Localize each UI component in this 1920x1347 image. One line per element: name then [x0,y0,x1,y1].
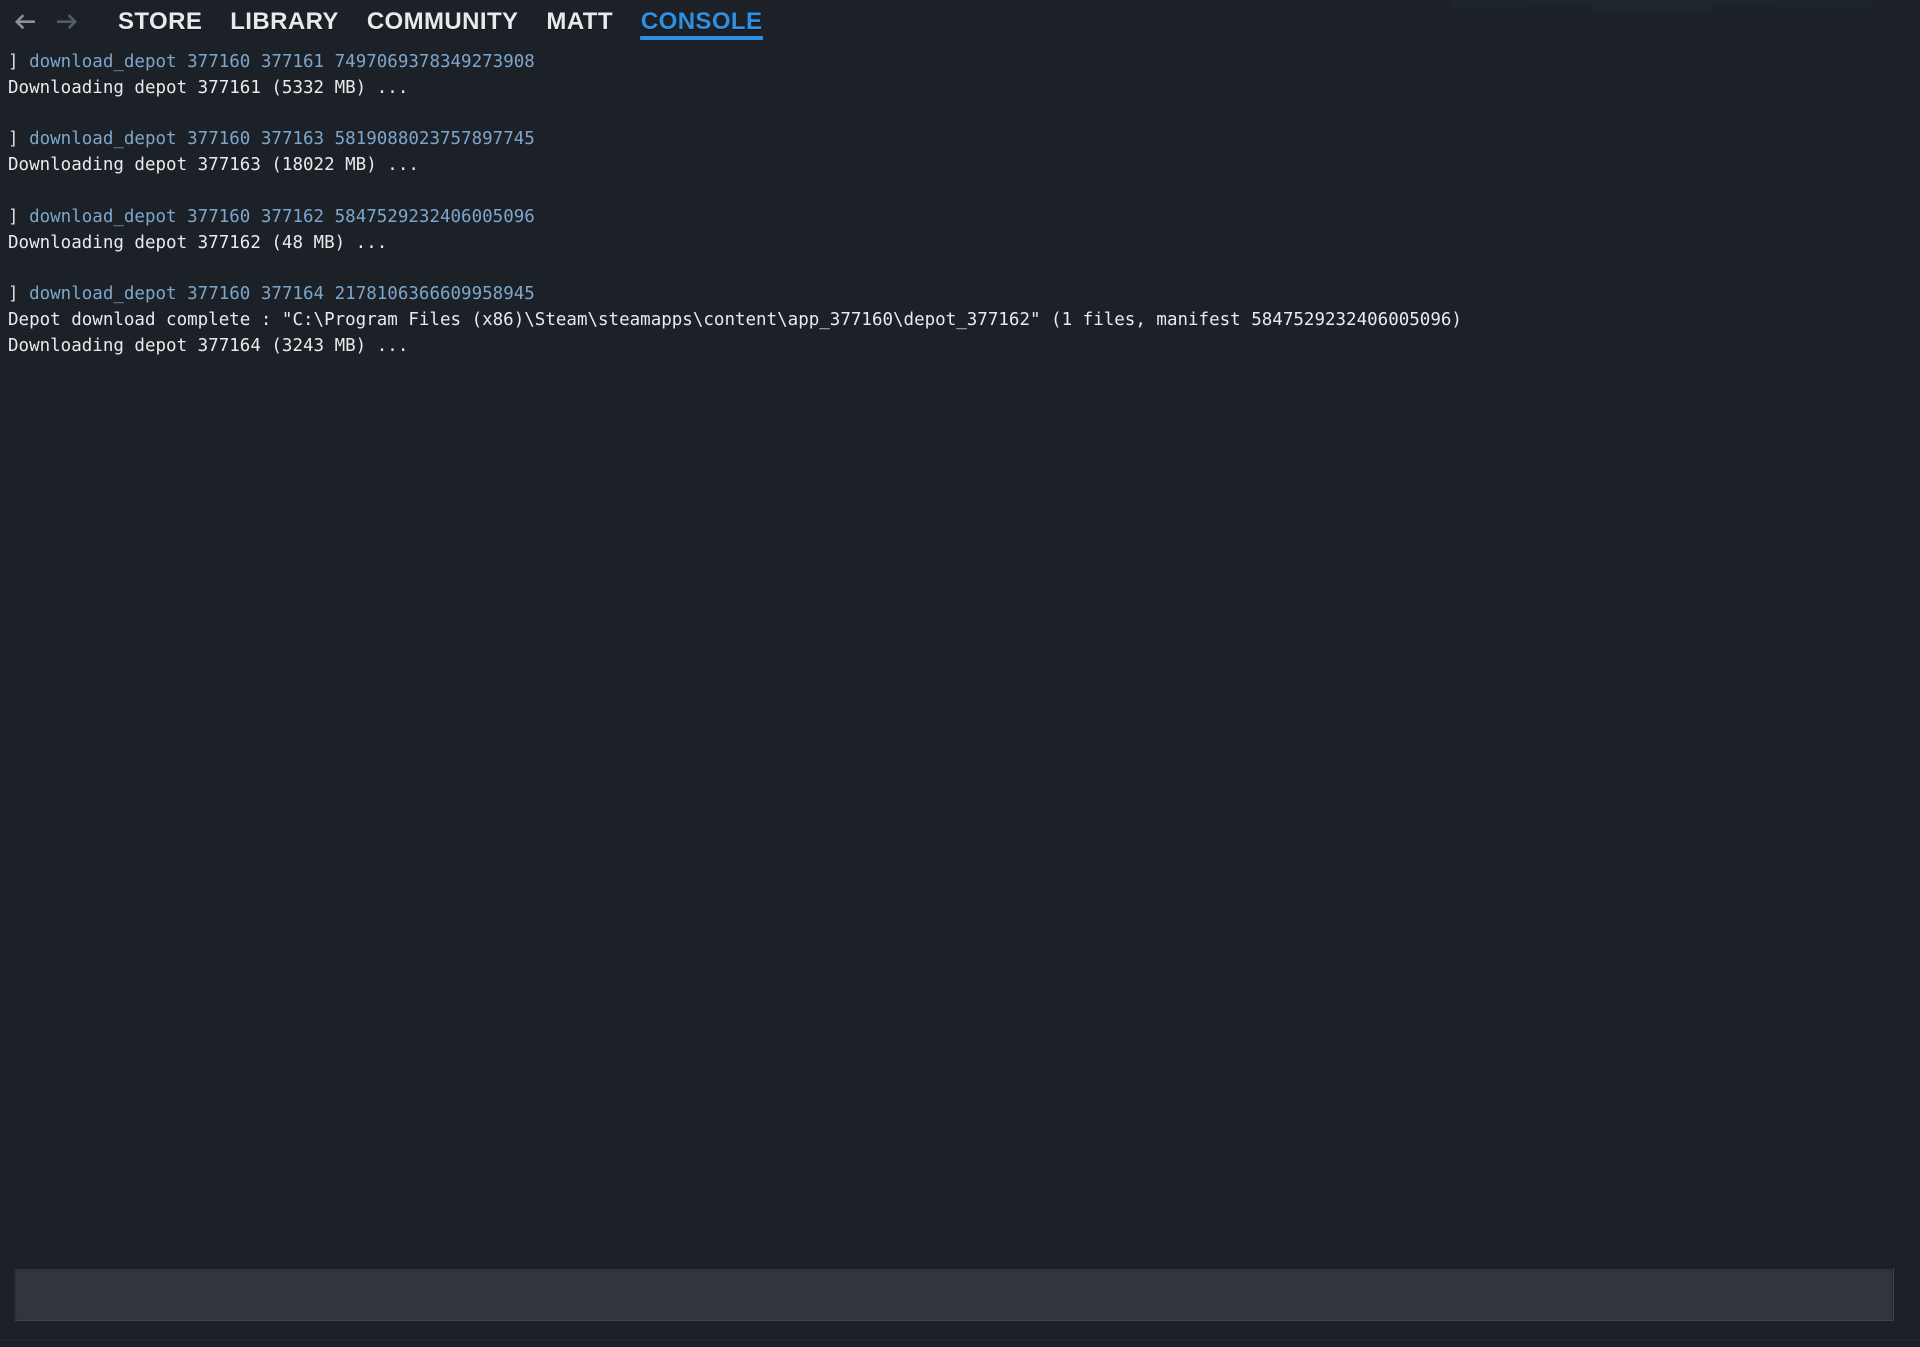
bottom-divider [0,1340,1920,1347]
console-command-line: ] download_depot 377160 377161 749706937… [8,50,1912,76]
console-output-text: Downloading depot 377161 (5332 MB) ... [8,77,409,98]
active-tab-underline [639,36,764,40]
console-output-text: Downloading depot 377163 (18022 MB) ... [8,155,419,176]
back-arrow-icon[interactable] [10,7,40,37]
window-controls-strip [1452,0,1872,11]
forward-arrow-icon[interactable] [52,7,82,37]
console-output-text: Depot download complete : "C:\Program Fi… [8,309,1462,330]
console-command-line: ] download_depot 377160 377164 217810636… [8,282,1912,308]
console-command-text: download_depot 377160 377164 21781063666… [29,284,535,305]
console-prompt-marker: ] [8,284,30,305]
console-prompt-marker: ] [8,129,30,150]
nav-tab-library[interactable]: LIBRARY [216,0,353,44]
console-output-text: Downloading depot 377162 (48 MB) ... [8,232,388,253]
nav-tab-matt-label: MATT [546,8,613,35]
console-command-text: download_depot 377160 377162 58475292324… [29,206,535,227]
nav-tab-store-label: STORE [118,8,203,35]
console-command-text: download_depot 377160 377163 58190880237… [29,129,535,150]
console-output-line: Downloading depot 377161 (5332 MB) ... [8,76,1912,102]
console-output-line: Downloading depot 377164 (3243 MB) ... [8,334,1912,360]
nav-tab-community[interactable]: COMMUNITY [353,0,533,44]
console-prompt-marker: ] [8,52,30,72]
top-navigation-bar: STORE LIBRARY COMMUNITY MATT CONSOLE [0,0,1920,44]
console-output-line: Downloading depot 377163 (18022 MB) ... [8,153,1912,179]
console-command-text: download_depot 377160 377161 74970693783… [29,52,535,72]
console-output-line: Depot download complete : "C:\Program Fi… [8,308,1912,334]
console-command-input[interactable] [14,1267,1894,1321]
nav-tab-console[interactable]: CONSOLE [627,0,776,44]
nav-arrow-group [10,7,82,37]
nav-tab-store[interactable]: STORE [104,0,216,44]
console-input-bar [0,1242,1920,1347]
nav-tabs: STORE LIBRARY COMMUNITY MATT CONSOLE [104,0,776,44]
console-output-panel[interactable]: ] download_depot 377160 377161 749706937… [0,44,1920,1242]
console-output-text: Downloading depot 377164 (3243 MB) ... [8,335,409,356]
console-output-line: Downloading depot 377162 (48 MB) ... [8,231,1912,257]
nav-tab-community-label: COMMUNITY [366,8,519,35]
console-log: ] download_depot 377160 377161 749706937… [0,44,1920,360]
nav-tab-console-label: CONSOLE [640,8,763,35]
console-prompt-marker: ] [8,206,30,227]
nav-tab-library-label: LIBRARY [230,8,339,35]
nav-tab-matt[interactable]: MATT [532,0,626,44]
console-command-line: ] download_depot 377160 377162 584752923… [8,205,1912,231]
console-command-line: ] download_depot 377160 377163 581908802… [8,127,1912,153]
